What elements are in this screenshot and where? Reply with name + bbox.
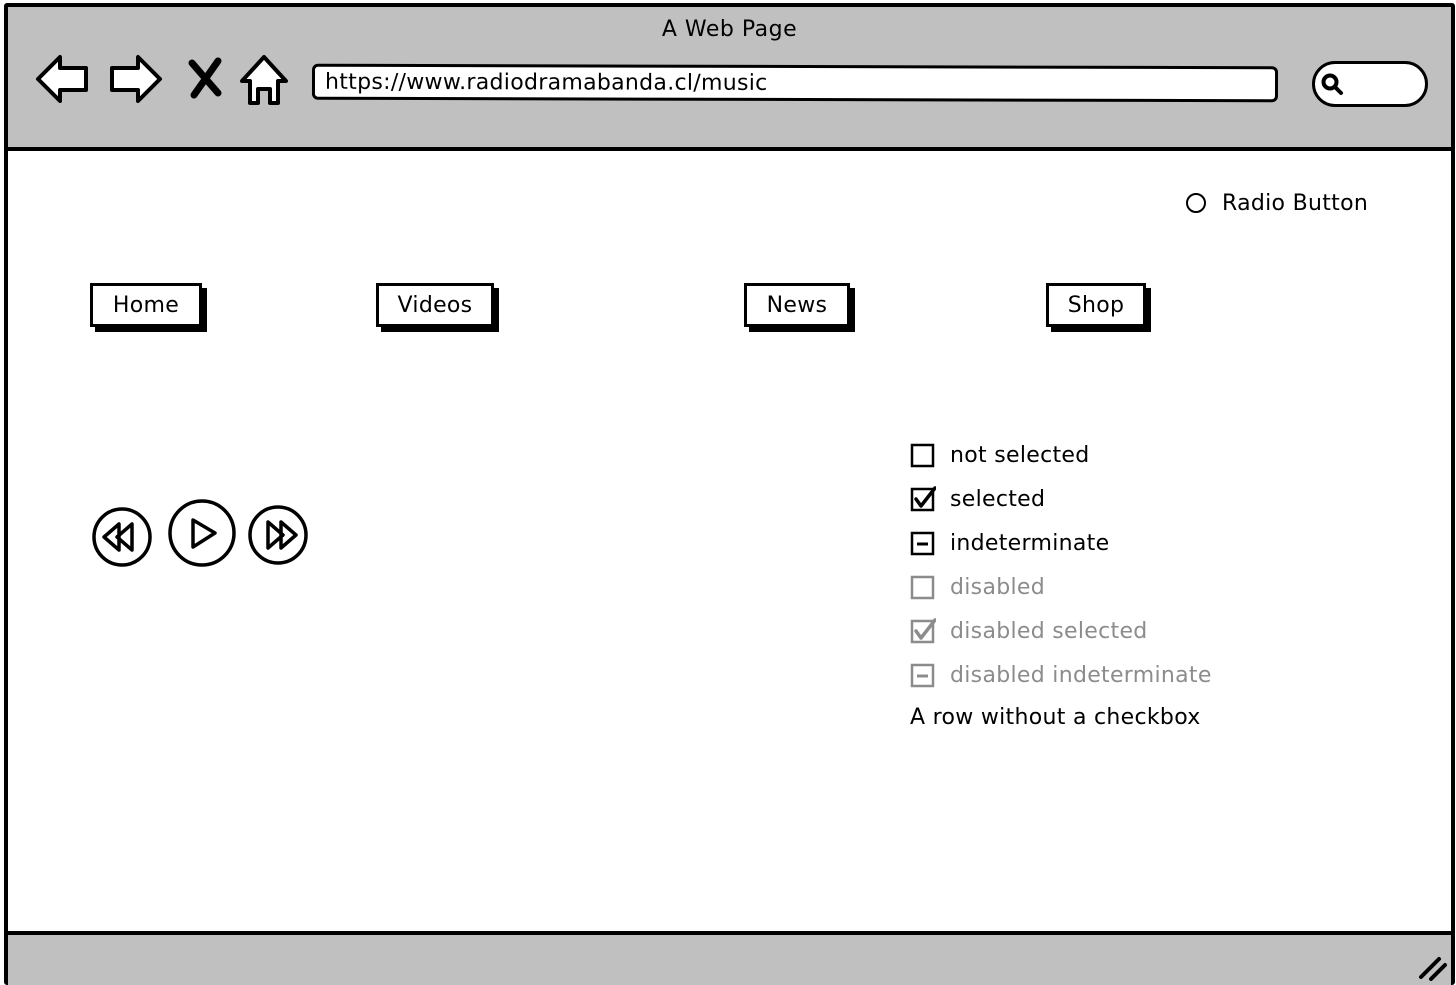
browser-window: A Web Page https://www.radiodramabanda.c…: [4, 3, 1455, 985]
checkbox-label: disabled indeterminate: [950, 662, 1212, 688]
nav-button-videos[interactable]: Videos: [376, 283, 494, 327]
browser-titlebar: A Web Page https://www.radiodramabanda.c…: [8, 7, 1451, 151]
checkbox-label: selected: [950, 486, 1046, 512]
plain-row-label: A row without a checkbox: [910, 704, 1201, 730]
nav-button-news[interactable]: News: [744, 283, 850, 327]
checkbox-row-disabled: disabled: [910, 569, 1045, 605]
play-button[interactable]: [166, 497, 238, 569]
checkbox-row-not-selected[interactable]: not selected: [910, 437, 1090, 473]
forward-button[interactable]: [106, 47, 166, 111]
checkbox-checked[interactable]: [910, 486, 936, 512]
rewind-button[interactable]: [90, 505, 154, 569]
search-field[interactable]: [1312, 61, 1428, 107]
resize-grip-icon[interactable]: [1413, 947, 1449, 983]
status-bar: [8, 931, 1451, 985]
plain-row: A row without a checkbox: [910, 699, 1201, 735]
checkbox-row-disabled-selected: disabled selected: [910, 613, 1148, 649]
home-button[interactable]: [234, 47, 294, 111]
nav-button-shop[interactable]: Shop: [1046, 283, 1146, 327]
checkbox-label: not selected: [950, 442, 1090, 468]
checkbox-label: disabled selected: [950, 618, 1148, 644]
checkbox-row-selected[interactable]: selected: [910, 481, 1045, 517]
checkbox-row-indeterminate[interactable]: indeterminate: [910, 525, 1109, 561]
nav-button-home[interactable]: Home: [90, 283, 202, 327]
checkbox-label: disabled: [950, 574, 1045, 600]
radio-button[interactable]: Radio Button: [1186, 187, 1368, 219]
address-bar-url: https://www.radiodramabanda.cl/music: [324, 69, 768, 96]
window-title: A Web Page: [661, 17, 798, 42]
fast-forward-icon: [248, 505, 308, 565]
checkbox-unchecked[interactable]: [910, 442, 936, 468]
checkbox-row-disabled-indeterminate: disabled indeterminate: [910, 657, 1212, 693]
checkbox-indeterminate[interactable]: [910, 530, 936, 556]
back-button[interactable]: [32, 47, 92, 111]
checkbox-disabled: [910, 575, 935, 600]
play-icon: [168, 499, 236, 567]
radio-circle[interactable]: [1186, 193, 1206, 213]
radio-button-label: Radio Button: [1222, 190, 1369, 216]
search-icon: [1321, 73, 1343, 95]
stop-button[interactable]: [182, 47, 228, 111]
fast-forward-button[interactable]: [246, 503, 310, 567]
checkbox-disabled-checked: [910, 618, 936, 644]
address-bar[interactable]: https://www.radiodramabanda.cl/music: [311, 63, 1279, 103]
rewind-icon: [92, 507, 152, 567]
checkbox-disabled-indeterminate: [910, 663, 935, 688]
checkbox-label: indeterminate: [950, 530, 1110, 556]
